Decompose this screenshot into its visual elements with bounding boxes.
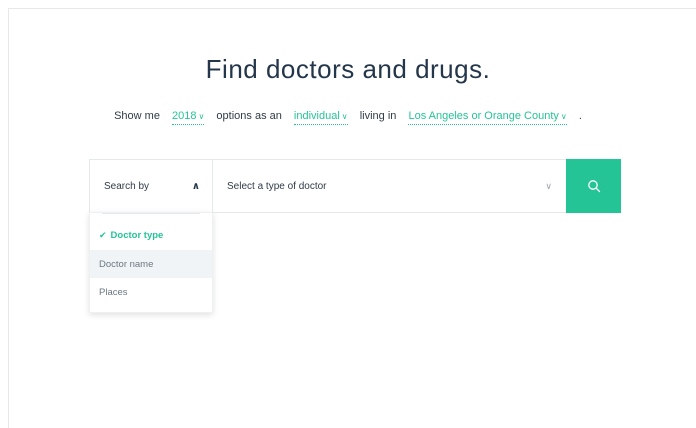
search-by-label: Search by bbox=[104, 180, 150, 192]
dropdown-divider bbox=[102, 213, 200, 214]
search-button[interactable] bbox=[566, 159, 621, 213]
doctor-type-select[interactable]: Select a type of doctor ∨ bbox=[213, 160, 566, 212]
chevron-down-icon: ∨ bbox=[341, 112, 348, 121]
dropdown-item-places[interactable]: Places bbox=[90, 278, 212, 306]
chevron-down-icon: ∨ bbox=[560, 112, 567, 121]
sentence-middle-1: options as an bbox=[216, 110, 282, 122]
coverage-select[interactable]: individual ∨ bbox=[293, 110, 348, 125]
location-value: Los Angeles or Orange County bbox=[408, 110, 559, 122]
dropdown-item-label: Doctor name bbox=[99, 258, 154, 270]
search-by-toggle[interactable]: Search by ∧ bbox=[90, 160, 213, 212]
sentence-prefix: Show me bbox=[114, 110, 160, 122]
search-icon bbox=[587, 180, 600, 193]
chevron-up-icon: ∧ bbox=[191, 180, 200, 192]
search-by-dropdown: ✔ Doctor type Doctor name Places bbox=[89, 212, 213, 313]
dropdown-item-label: Places bbox=[99, 286, 128, 298]
chevron-down-icon: ∨ bbox=[198, 112, 205, 121]
sentence-suffix: . bbox=[578, 110, 582, 122]
location-select[interactable]: Los Angeles or Orange County ∨ bbox=[408, 110, 567, 125]
coverage-value: individual bbox=[293, 110, 340, 122]
dropdown-item-doctor-type[interactable]: ✔ Doctor type bbox=[90, 221, 212, 249]
check-icon: ✔ bbox=[99, 229, 107, 240]
dropdown-item-label: Doctor type bbox=[110, 229, 164, 241]
search-bar: Search by ∧ Select a type of doctor ∨ bbox=[89, 159, 621, 213]
filter-sentence: Show me 2018 ∨ options as an individual ∨ … bbox=[0, 110, 696, 125]
year-value: 2018 bbox=[172, 110, 197, 122]
sentence-middle-2: living in bbox=[359, 110, 397, 122]
dropdown-item-doctor-name[interactable]: Doctor name bbox=[90, 250, 212, 278]
chevron-down-icon: ∨ bbox=[545, 180, 552, 191]
year-select[interactable]: 2018 ∨ bbox=[172, 110, 205, 125]
page-title: Find doctors and drugs. bbox=[205, 54, 491, 84]
doctor-type-placeholder: Select a type of doctor bbox=[227, 180, 327, 192]
